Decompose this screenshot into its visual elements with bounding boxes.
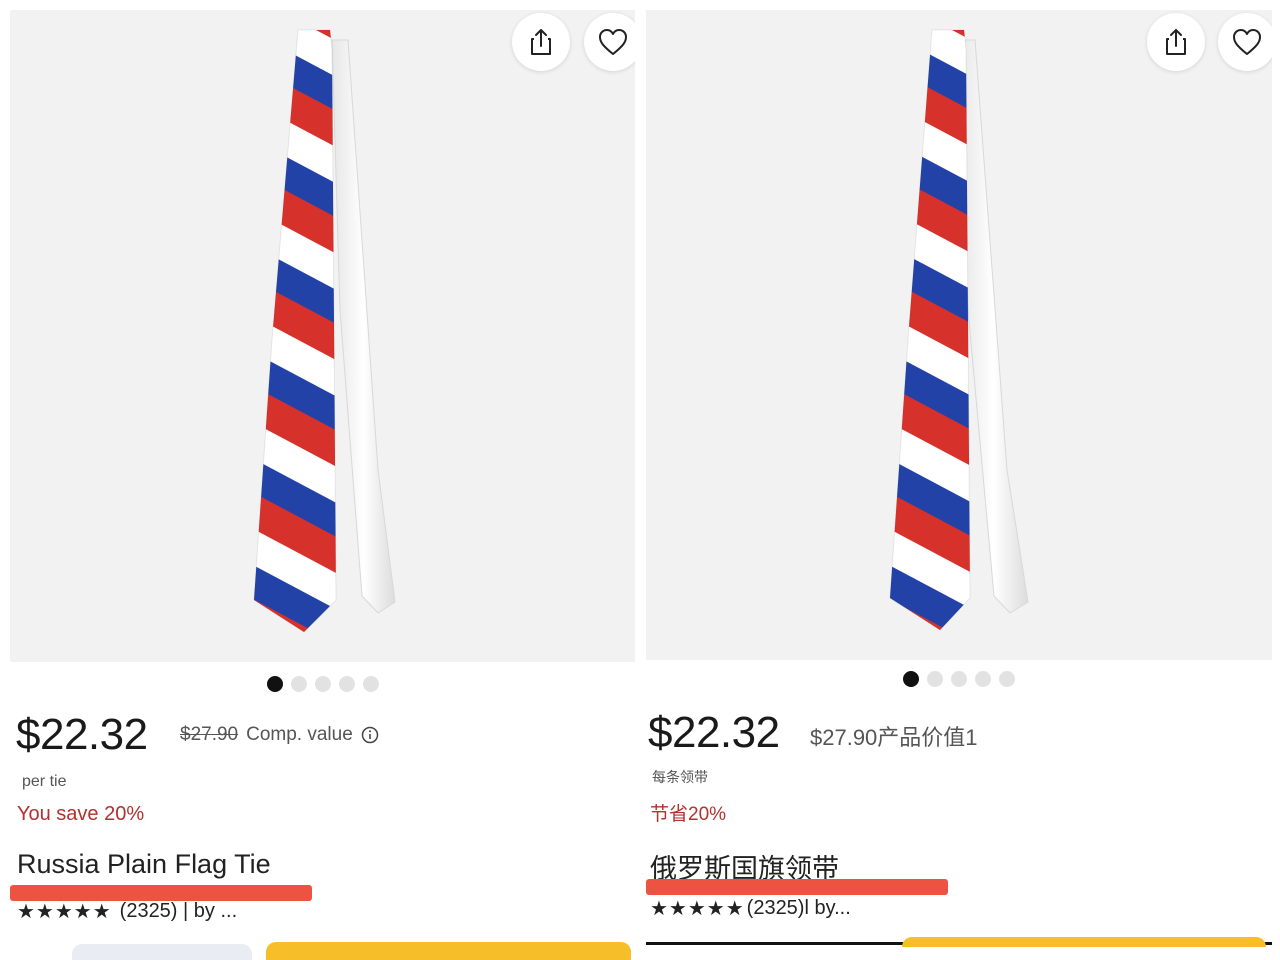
share-icon <box>1166 29 1186 55</box>
product-card-chinese: $22.32 $27.90产品价值1 每条领带 节省20% 俄罗斯国旗领带 ★★… <box>642 0 1280 960</box>
carousel-dot[interactable] <box>903 671 919 687</box>
carousel-dot[interactable] <box>927 671 943 687</box>
price: $22.32 <box>648 708 780 757</box>
carousel-dot[interactable] <box>339 676 355 692</box>
product-image[interactable] <box>646 10 1272 660</box>
heart-icon <box>1233 29 1261 55</box>
comp-value: $27.90 Comp. value <box>180 724 379 746</box>
star-rating: ★★★★★ <box>17 901 112 923</box>
rating-count: (2325)l by... <box>746 897 851 919</box>
tie-image <box>253 29 396 633</box>
add-to-cart-button[interactable] <box>266 942 631 960</box>
carousel-dots <box>267 676 379 692</box>
add-to-cart-button[interactable] <box>902 937 1266 947</box>
per-unit: 每条领带 <box>652 769 708 785</box>
comp-label: Comp. value <box>246 724 353 745</box>
carousel-dot[interactable] <box>999 671 1015 687</box>
tie-image <box>889 29 1029 631</box>
share-button[interactable] <box>1147 13 1205 71</box>
share-icon <box>531 29 551 55</box>
share-button[interactable] <box>512 13 570 71</box>
product-title[interactable]: Russia Plain Flag Tie <box>17 849 271 880</box>
carousel-dot[interactable] <box>315 676 331 692</box>
carousel-dot[interactable] <box>951 671 967 687</box>
rating[interactable]: ★★★★★ (2325) | by ... <box>17 899 237 924</box>
favorite-button[interactable] <box>584 13 635 71</box>
highlight-bar <box>646 879 948 895</box>
price: $22.32 <box>16 710 148 759</box>
rating[interactable]: ★★★★★ (2325)l by... <box>650 896 851 921</box>
star-rating: ★★★★★ <box>650 898 745 920</box>
product-image[interactable] <box>10 10 635 662</box>
per-unit: per tie <box>22 773 67 790</box>
info-icon[interactable] <box>361 726 379 744</box>
carousel-dot[interactable] <box>267 676 283 692</box>
product-card-english: $22.32 $27.90 Comp. value per tie You sa… <box>0 0 640 960</box>
savings-text: You save 20% <box>17 803 145 825</box>
secondary-button[interactable] <box>72 944 252 960</box>
carousel-dot[interactable] <box>291 676 307 692</box>
carousel-dot[interactable] <box>363 676 379 692</box>
carousel-dot[interactable] <box>975 671 991 687</box>
savings-text: 节省20% <box>650 804 727 825</box>
rating-count: (2325) | by ... <box>119 900 238 922</box>
favorite-button[interactable] <box>1218 13 1272 71</box>
carousel-dots <box>903 671 1015 687</box>
comp-value: $27.90产品价值1 <box>810 725 978 750</box>
heart-icon <box>599 29 627 55</box>
old-price: $27.90 <box>180 724 239 745</box>
